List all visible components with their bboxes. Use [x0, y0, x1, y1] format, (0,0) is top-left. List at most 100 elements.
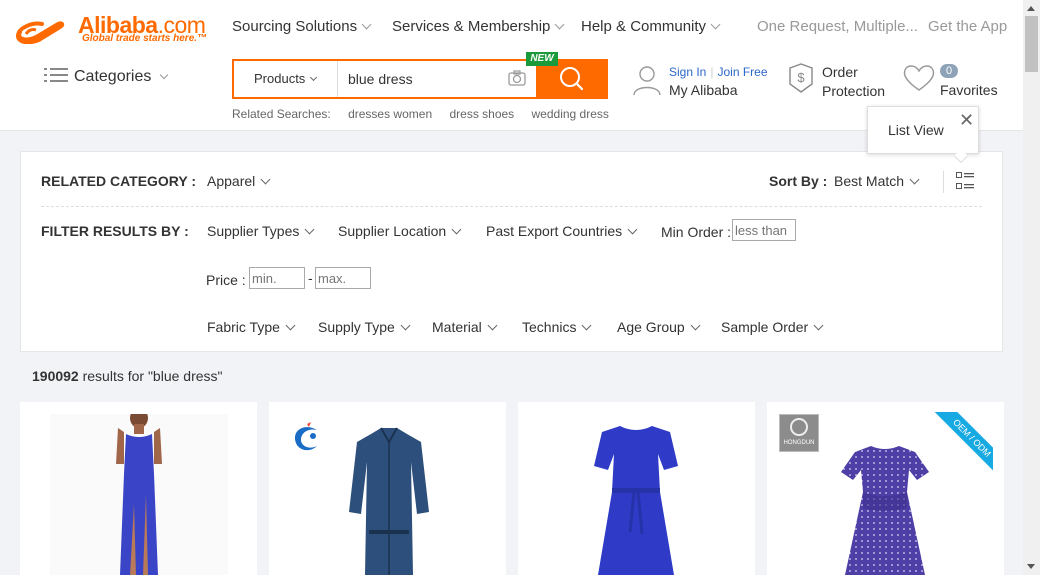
- chevron-down-icon: [260, 174, 271, 185]
- chevron-down-icon: [487, 320, 498, 331]
- product-card[interactable]: HONGDUN OEM / ODM: [767, 402, 1004, 575]
- oem-odm-ribbon: OEM / ODM: [933, 412, 993, 472]
- related-search-link[interactable]: dress shoes: [449, 107, 514, 121]
- camera-icon[interactable]: [508, 70, 526, 86]
- nav-label: Help & Community: [581, 18, 707, 35]
- related-category-value: Apparel: [207, 173, 256, 189]
- ribbon-text: OEM / ODM: [934, 412, 993, 472]
- product-card[interactable]: [518, 402, 755, 575]
- filter-past-export-countries[interactable]: Past Export Countries: [486, 223, 638, 239]
- dashed-divider: [41, 206, 982, 207]
- product-card[interactable]: [269, 402, 506, 575]
- heart-icon[interactable]: [902, 63, 936, 93]
- favorites-count-badge: 0: [940, 64, 958, 78]
- nav-label: Sourcing Solutions: [232, 18, 358, 35]
- nav-services-membership[interactable]: Services & Membership: [392, 18, 565, 35]
- related-searches-label: Related Searches:: [232, 107, 331, 121]
- filter-label: Fabric Type: [207, 319, 280, 335]
- nav-label: Services & Membership: [392, 18, 551, 35]
- filter-material[interactable]: Material: [432, 319, 498, 335]
- filter-age-group[interactable]: Age Group: [617, 319, 701, 335]
- chevron-down-icon: [813, 320, 824, 331]
- categories-label: Categories: [74, 68, 152, 85]
- filter-label: Supplier Types: [207, 223, 300, 239]
- price-separator: -: [308, 270, 313, 286]
- chevron-down-icon: [285, 320, 296, 331]
- logo-tagline: Global trade starts here.™: [82, 33, 208, 44]
- chevron-down-icon: [909, 174, 920, 185]
- filter-fabric-type[interactable]: Fabric Type: [207, 319, 296, 335]
- price-max-input[interactable]: [315, 267, 371, 289]
- sort-by-label: Sort By :: [769, 173, 828, 189]
- order-protection-link[interactable]: Order Protection: [822, 63, 885, 101]
- filter-label: Supply Type: [318, 319, 395, 335]
- chevron-down-icon: [400, 320, 411, 331]
- nav-one-request[interactable]: One Request, Multiple...: [757, 18, 918, 35]
- my-alibaba-link[interactable]: My Alibaba: [669, 82, 737, 98]
- sort-by-value: Best Match: [834, 173, 905, 189]
- list-view-icon[interactable]: [956, 172, 974, 190]
- svg-text:$: $: [797, 70, 805, 85]
- min-order-input[interactable]: [732, 219, 796, 241]
- nav-sourcing-solutions[interactable]: Sourcing Solutions: [232, 18, 372, 35]
- sign-in-link[interactable]: Sign In: [669, 65, 706, 79]
- related-search-link[interactable]: wedding dress: [532, 107, 609, 121]
- price-min-input[interactable]: [249, 267, 305, 289]
- product-image[interactable]: [586, 422, 686, 575]
- chevron-down-icon: [310, 73, 318, 82]
- divider: [943, 171, 944, 193]
- product-image[interactable]: [329, 422, 449, 575]
- search-category-label: Products: [254, 71, 306, 86]
- filter-supplier-types[interactable]: Supplier Types: [207, 223, 315, 239]
- product-image[interactable]: [835, 442, 935, 575]
- search-bar: Products NEW: [232, 52, 608, 99]
- join-free-link[interactable]: Join Free: [717, 65, 767, 79]
- min-order-label: Min Order :: [661, 224, 732, 240]
- results-number: 190092: [32, 368, 79, 384]
- product-image[interactable]: [50, 414, 228, 575]
- filter-panel: RELATED CATEGORY : Apparel Sort By : Bes…: [20, 151, 1003, 352]
- chevron-down-icon: [582, 320, 592, 331]
- nav-get-the-app[interactable]: Get the App: [928, 18, 1007, 35]
- filter-technics[interactable]: Technics: [522, 319, 592, 335]
- categories-menu[interactable]: Categories: [44, 67, 169, 86]
- scroll-up-arrow-icon[interactable]: [1027, 6, 1035, 11]
- filter-label: Sample Order: [721, 319, 809, 335]
- filter-label: Technics: [522, 319, 577, 335]
- related-search-link[interactable]: dresses women: [348, 107, 432, 121]
- supplier-badge-text: HONGDUN: [783, 440, 815, 446]
- order-protection-line2: Protection: [822, 83, 886, 99]
- favorites-link[interactable]: Favorites: [940, 82, 998, 98]
- filter-label: Supplier Location: [338, 223, 447, 239]
- sign-in-links: Sign In | Join Free: [669, 65, 768, 79]
- search-category-select[interactable]: Products: [234, 61, 338, 97]
- page-scrollbar[interactable]: [1023, 0, 1040, 575]
- user-icon[interactable]: [632, 64, 662, 96]
- chevron-down-icon: [690, 320, 701, 331]
- filter-supplier-location[interactable]: Supplier Location: [338, 223, 462, 239]
- filter-results-label: FILTER RESULTS BY :: [41, 223, 189, 239]
- related-category-dropdown[interactable]: Apparel: [207, 173, 271, 189]
- sort-by-dropdown[interactable]: Best Match: [834, 173, 920, 189]
- price-label: Price :: [206, 272, 246, 288]
- filter-supply-type[interactable]: Supply Type: [318, 319, 411, 335]
- scrollbar-thumb[interactable]: [1025, 16, 1038, 72]
- supplier-logo: HONGDUN: [779, 414, 819, 452]
- new-badge: NEW: [526, 52, 558, 66]
- supplier-logo: [295, 422, 317, 451]
- nav-help-community[interactable]: Help & Community: [581, 18, 721, 35]
- chevron-down-icon: [627, 224, 638, 235]
- related-searches: Related Searches: dresses women dress sh…: [232, 107, 623, 121]
- close-icon[interactable]: ✕: [959, 111, 974, 129]
- search-input[interactable]: [348, 68, 498, 90]
- filter-label: Age Group: [617, 319, 685, 335]
- results-query-text: results for "blue dress": [78, 368, 223, 384]
- scroll-down-arrow-icon[interactable]: [1027, 564, 1035, 569]
- chevron-down-icon: [451, 224, 462, 235]
- chevron-down-icon: [554, 19, 565, 30]
- list-view-tooltip: List View ✕: [867, 106, 979, 164]
- filter-sample-order[interactable]: Sample Order: [721, 319, 824, 335]
- shield-dollar-icon[interactable]: $: [786, 62, 816, 94]
- product-card[interactable]: [20, 402, 257, 575]
- alibaba-logo[interactable]: Alibaba.com Global trade starts here.™: [14, 12, 209, 46]
